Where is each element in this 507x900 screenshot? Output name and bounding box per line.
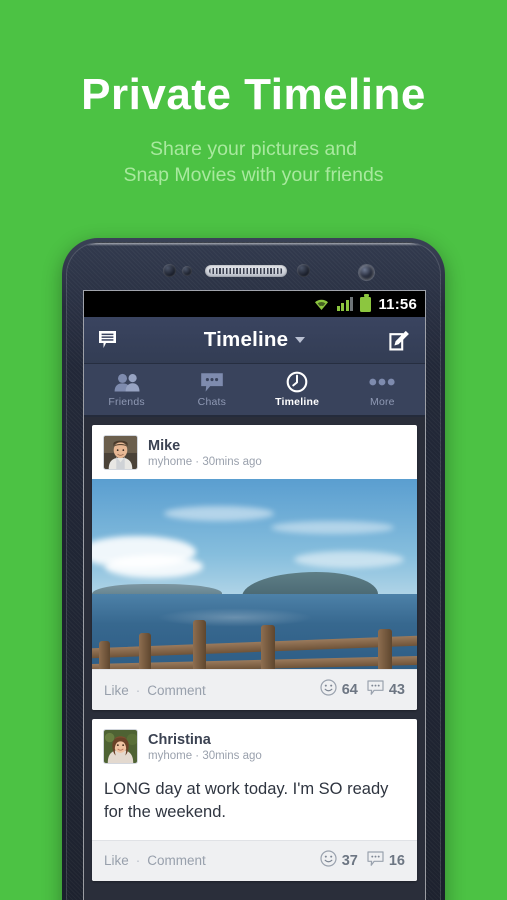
page-title: Private Timeline bbox=[81, 70, 426, 119]
post-header: Mike myhome · 30mins ago bbox=[92, 425, 417, 479]
comment-count-group[interactable]: 43 bbox=[367, 679, 405, 701]
post-action-bar: Like · Comment bbox=[92, 669, 417, 710]
chat-bubble-icon bbox=[200, 372, 224, 393]
phone-bezel: 11:56 Timeline Friends Chats Timeline Mo… bbox=[66, 242, 441, 900]
post-counts: 37 16 bbox=[320, 849, 405, 872]
photo-fence-post bbox=[139, 632, 151, 669]
like-count: 64 bbox=[341, 682, 358, 698]
post-author: Mike bbox=[148, 437, 181, 454]
tab-chats-label: Chats bbox=[197, 395, 227, 408]
timeline-feed[interactable]: Mike myhome · 30mins ago Like · Comment … bbox=[84, 417, 425, 900]
light-sensor-icon bbox=[182, 266, 192, 276]
comment-count: 16 bbox=[388, 852, 405, 869]
earpiece-speaker-icon bbox=[205, 265, 287, 277]
action-separator: · bbox=[135, 682, 141, 698]
post-timestamp: myhome · 30mins ago bbox=[148, 749, 262, 762]
photo-fence-post bbox=[192, 619, 207, 669]
compose-icon[interactable] bbox=[389, 330, 410, 351]
like-button[interactable]: Like bbox=[104, 853, 129, 868]
status-bar-clock: 11:56 bbox=[378, 295, 417, 313]
post-meta: Christina myhome · 30mins ago bbox=[148, 732, 262, 762]
more-dots-icon bbox=[369, 372, 395, 393]
post-action-bar: Like · Comment bbox=[92, 839, 417, 881]
tab-friends[interactable]: Friends bbox=[84, 364, 169, 415]
photo-fence-post bbox=[261, 625, 275, 669]
tab-timeline[interactable]: Timeline bbox=[255, 364, 340, 415]
messages-icon[interactable] bbox=[98, 330, 117, 350]
comment-button[interactable]: Comment bbox=[147, 683, 206, 698]
phone-screen: 11:56 Timeline Friends Chats Timeline Mo… bbox=[84, 291, 425, 900]
wifi-icon bbox=[313, 297, 330, 311]
avatar[interactable] bbox=[103, 729, 138, 764]
front-camera-icon bbox=[359, 265, 374, 280]
promo-banner: Private Timeline Share your pictures and… bbox=[0, 0, 507, 188]
sensor-row bbox=[67, 261, 440, 283]
phone-device: 11:56 Timeline Friends Chats Timeline Mo… bbox=[62, 238, 445, 900]
smiley-icon bbox=[320, 849, 337, 872]
comment-bubble-icon bbox=[367, 679, 384, 701]
like-count: 37 bbox=[341, 852, 358, 869]
signal-icon bbox=[336, 297, 354, 311]
app-bar: Timeline bbox=[84, 317, 425, 364]
post-card[interactable]: Christina myhome · 30mins ago LONG day a… bbox=[92, 719, 417, 881]
post-text: LONG day at work today. I'm SO ready for… bbox=[104, 780, 389, 821]
smiley-icon bbox=[320, 679, 337, 701]
tab-more-label: More bbox=[370, 395, 395, 408]
post-counts: 64 43 bbox=[320, 679, 405, 701]
app-bar-title: Timeline bbox=[203, 328, 289, 351]
action-separator: · bbox=[135, 853, 141, 869]
comment-count-group[interactable]: 16 bbox=[367, 850, 405, 872]
like-count-group[interactable]: 37 bbox=[320, 849, 358, 872]
proximity-sensor-icon bbox=[163, 264, 176, 277]
photo-sea-glint bbox=[157, 608, 313, 628]
photo-cloud bbox=[270, 520, 395, 535]
battery-icon bbox=[360, 294, 372, 312]
post-photo[interactable] bbox=[92, 479, 417, 669]
friends-icon bbox=[113, 372, 141, 393]
comment-count: 43 bbox=[388, 682, 405, 698]
promo-subtitle-line-1: Share your pictures and bbox=[149, 138, 358, 161]
post-timestamp: myhome · 30mins ago bbox=[148, 455, 262, 468]
post-meta: Mike myhome · 30mins ago bbox=[148, 438, 262, 468]
post-header: Christina myhome · 30mins ago bbox=[92, 719, 417, 773]
promo-subtitle: Share your pictures and Snap Movies with… bbox=[0, 136, 507, 188]
tab-bar: Friends Chats Timeline More bbox=[84, 364, 425, 417]
comment-bubble-icon bbox=[367, 850, 384, 872]
clock-icon bbox=[286, 371, 308, 393]
photo-cloud bbox=[163, 505, 274, 521]
tab-chats[interactable]: Chats bbox=[169, 364, 254, 415]
tab-more[interactable]: More bbox=[340, 364, 425, 415]
photo-fence-post bbox=[378, 629, 393, 669]
comment-button[interactable]: Comment bbox=[147, 853, 206, 868]
tab-friends-label: Friends bbox=[108, 395, 145, 408]
tab-timeline-label: Timeline bbox=[275, 395, 320, 408]
bezel-rim bbox=[67, 243, 440, 246]
post-card[interactable]: Mike myhome · 30mins ago Like · Comment … bbox=[92, 425, 417, 710]
status-bar: 11:56 bbox=[84, 291, 425, 317]
like-count-group[interactable]: 64 bbox=[320, 679, 358, 701]
caret-down-icon[interactable] bbox=[295, 337, 306, 343]
app-bar-title-group: Timeline bbox=[84, 328, 425, 352]
photo-fence-post bbox=[98, 640, 110, 669]
ir-sensor-icon bbox=[297, 264, 310, 277]
like-button[interactable]: Like bbox=[104, 683, 129, 698]
post-author: Christina bbox=[148, 731, 211, 748]
avatar[interactable] bbox=[103, 435, 138, 470]
photo-cloud bbox=[105, 555, 203, 578]
promo-subtitle-line-2: Snap Movies with your friends bbox=[123, 164, 384, 187]
